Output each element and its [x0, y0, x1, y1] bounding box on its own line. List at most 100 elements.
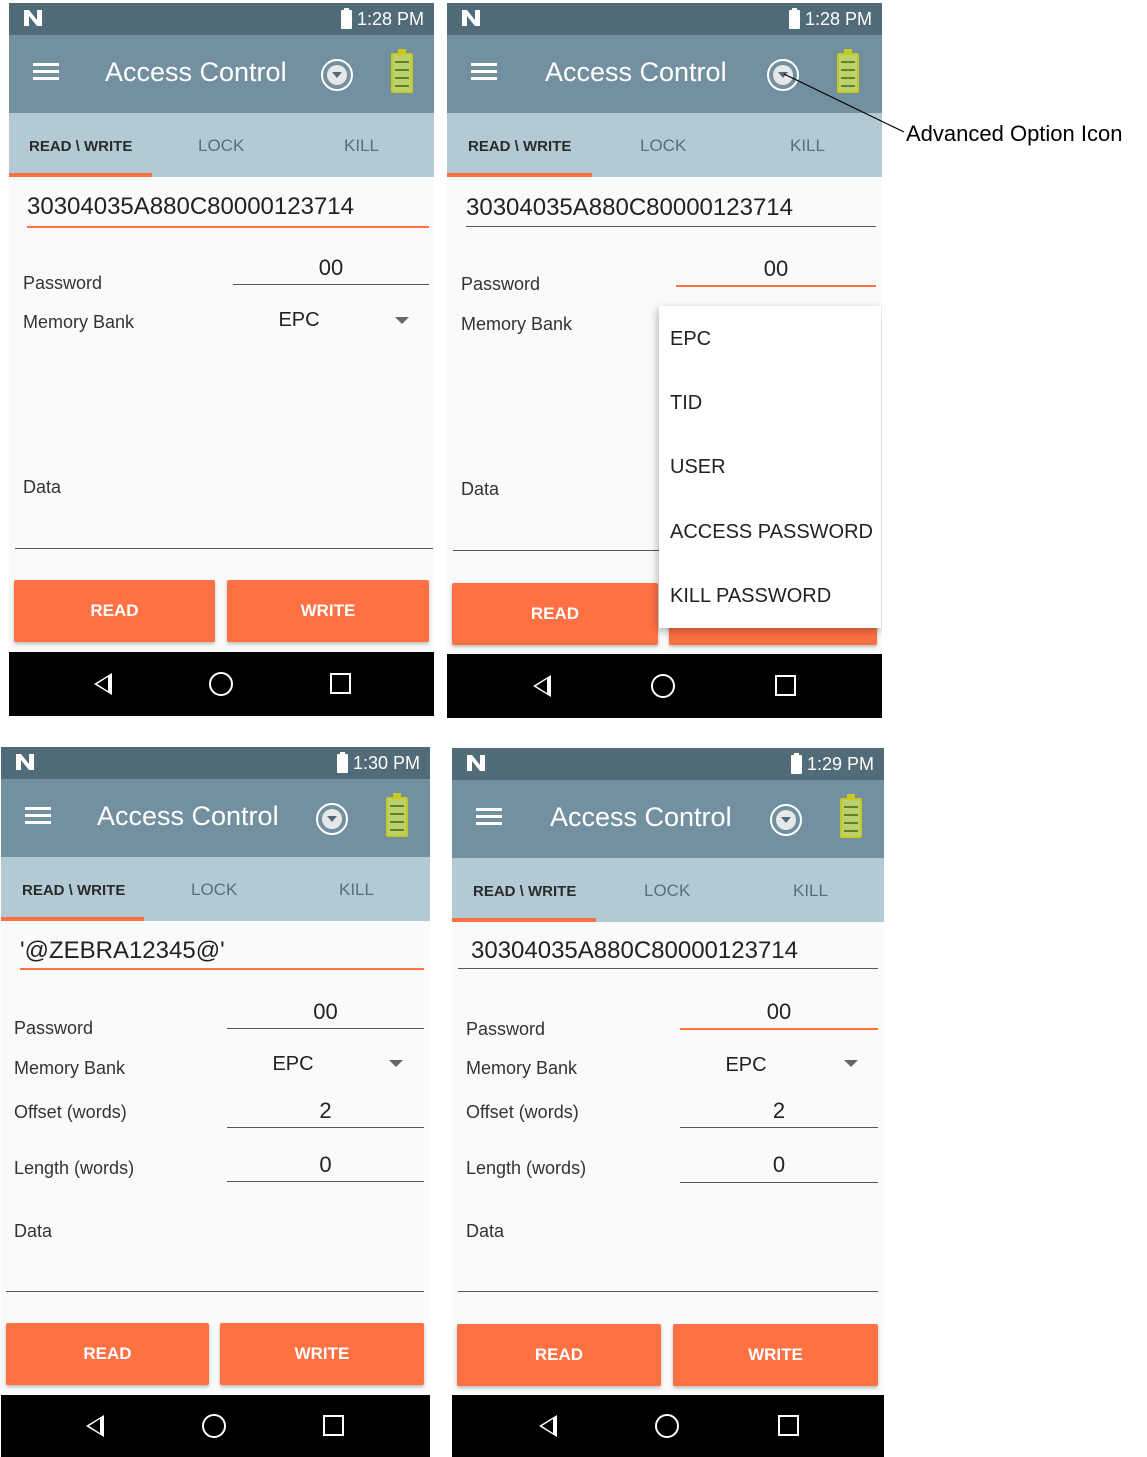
hamburger-menu-icon[interactable]	[476, 808, 502, 826]
memory-bank-label: Memory Bank	[14, 1058, 126, 1078]
data-label: Data	[23, 477, 62, 497]
nav-bar	[1, 1395, 430, 1457]
back-icon[interactable]	[533, 675, 551, 697]
length-underline	[680, 1182, 878, 1183]
tab-lock[interactable]: LOCK	[191, 880, 237, 900]
memory-bank-select[interactable]: EPC	[195, 1053, 391, 1076]
read-button[interactable]: READ	[457, 1324, 661, 1386]
memory-bank-label: Memory Bank	[23, 312, 135, 332]
write-button[interactable]: WRITE	[220, 1323, 424, 1385]
length-label: Length (words)	[466, 1158, 587, 1178]
data-input[interactable]	[15, 548, 433, 549]
memory-bank-select[interactable]: EPC	[648, 1054, 844, 1077]
memory-bank-dropdown: EPC TID USER ACCESS PASSWORD KILL PASSWO…	[659, 306, 881, 628]
chevron-down-icon[interactable]	[844, 1060, 858, 1067]
password-underline	[227, 1028, 424, 1029]
dropdown-option-user[interactable]: USER	[670, 456, 726, 479]
tag-id-underline	[20, 968, 424, 970]
length-input[interactable]: 0	[227, 1152, 424, 1178]
password-label: Password	[461, 274, 541, 294]
read-button[interactable]: READ	[14, 580, 215, 642]
length-input[interactable]: 0	[680, 1152, 878, 1178]
password-input[interactable]: 00	[233, 255, 429, 281]
phone-screen-3: 1:30 PM Access Control READ \ WRITE LOCK…	[1, 747, 430, 1457]
password-underline	[233, 284, 429, 285]
home-icon[interactable]	[655, 1414, 679, 1438]
tag-id-underline	[27, 226, 429, 228]
offset-underline	[680, 1127, 878, 1128]
status-bar: 1:29 PM	[452, 748, 884, 780]
read-button[interactable]: READ	[452, 583, 658, 645]
back-icon[interactable]	[539, 1415, 557, 1437]
tag-id-input[interactable]: 30304035A880C80000123714	[471, 937, 873, 965]
chevron-down-icon[interactable]	[395, 317, 409, 324]
callout-leader-line	[783, 73, 905, 133]
dropdown-option-epc[interactable]: EPC	[670, 328, 711, 351]
password-input[interactable]: 00	[676, 256, 876, 282]
home-icon[interactable]	[651, 674, 675, 698]
tag-id-input[interactable]: '@ZEBRA12345@'	[20, 937, 422, 965]
hamburger-menu-icon[interactable]	[25, 807, 51, 825]
active-tab-indicator	[1, 917, 144, 921]
battery-level-icon	[840, 794, 862, 838]
dropdown-option-kill-password[interactable]: KILL PASSWORD	[670, 585, 831, 608]
tag-id-underline	[466, 226, 876, 227]
advanced-option-icon[interactable]	[316, 803, 348, 835]
offset-label: Offset (words)	[14, 1102, 127, 1122]
app-bar: Access Control	[452, 780, 884, 858]
home-icon[interactable]	[202, 1414, 226, 1438]
tab-read-write[interactable]: READ \ WRITE	[473, 883, 576, 900]
recents-icon[interactable]	[323, 1415, 344, 1436]
password-label: Password	[466, 1019, 546, 1039]
tab-lock[interactable]: LOCK	[644, 881, 690, 901]
data-label: Data	[14, 1221, 53, 1241]
data-input[interactable]	[453, 550, 663, 551]
memory-bank-select[interactable]: EPC	[201, 309, 397, 332]
status-time: 1:29 PM	[806, 754, 874, 774]
read-button[interactable]: READ	[6, 1323, 209, 1385]
back-icon[interactable]	[94, 673, 112, 695]
recents-icon[interactable]	[330, 673, 351, 694]
nav-bar	[447, 654, 882, 718]
nav-bar	[9, 652, 434, 716]
length-label: Length (words)	[14, 1158, 135, 1178]
offset-underline	[227, 1127, 424, 1128]
app-bar: Access Control	[1, 779, 430, 857]
offset-input[interactable]: 2	[227, 1098, 424, 1124]
app-title: Access Control	[97, 801, 279, 831]
password-label: Password	[23, 273, 103, 293]
recents-icon[interactable]	[778, 1415, 799, 1436]
battery-status-icon	[791, 753, 802, 774]
home-icon[interactable]	[209, 672, 233, 696]
tab-kill[interactable]: KILL	[339, 880, 374, 900]
battery-status-icon	[337, 752, 348, 773]
password-underline	[680, 1028, 878, 1030]
status-time: 1:30 PM	[352, 753, 420, 773]
app-title: Access Control	[550, 802, 732, 832]
recents-icon[interactable]	[775, 675, 796, 696]
active-tab-indicator	[452, 918, 596, 922]
nav-bar	[452, 1395, 884, 1457]
memory-bank-label: Memory Bank	[466, 1058, 578, 1078]
write-button[interactable]: WRITE	[227, 580, 429, 642]
password-underline	[676, 285, 876, 287]
data-input[interactable]	[6, 1291, 424, 1292]
back-icon[interactable]	[86, 1415, 104, 1437]
chevron-down-icon[interactable]	[389, 1060, 403, 1067]
data-label: Data	[466, 1221, 505, 1241]
tag-id-underline	[458, 968, 878, 969]
tab-kill[interactable]: KILL	[793, 881, 828, 901]
status-bar: 1:30 PM	[1, 747, 430, 779]
write-button[interactable]: WRITE	[673, 1324, 878, 1386]
dropdown-option-tid[interactable]: TID	[670, 392, 702, 415]
data-input[interactable]	[458, 1291, 878, 1292]
offset-input[interactable]: 2	[680, 1098, 878, 1124]
password-input[interactable]: 00	[680, 999, 878, 1025]
tab-read-write[interactable]: READ \ WRITE	[22, 882, 125, 899]
offset-label: Offset (words)	[466, 1102, 579, 1122]
password-input[interactable]: 00	[227, 999, 424, 1025]
dropdown-option-access-password[interactable]: ACCESS PASSWORD	[670, 521, 873, 544]
advanced-option-icon[interactable]	[770, 804, 802, 836]
n-logo-icon	[467, 755, 485, 771]
tab-bar: READ \ WRITE LOCK KILL	[452, 858, 884, 922]
